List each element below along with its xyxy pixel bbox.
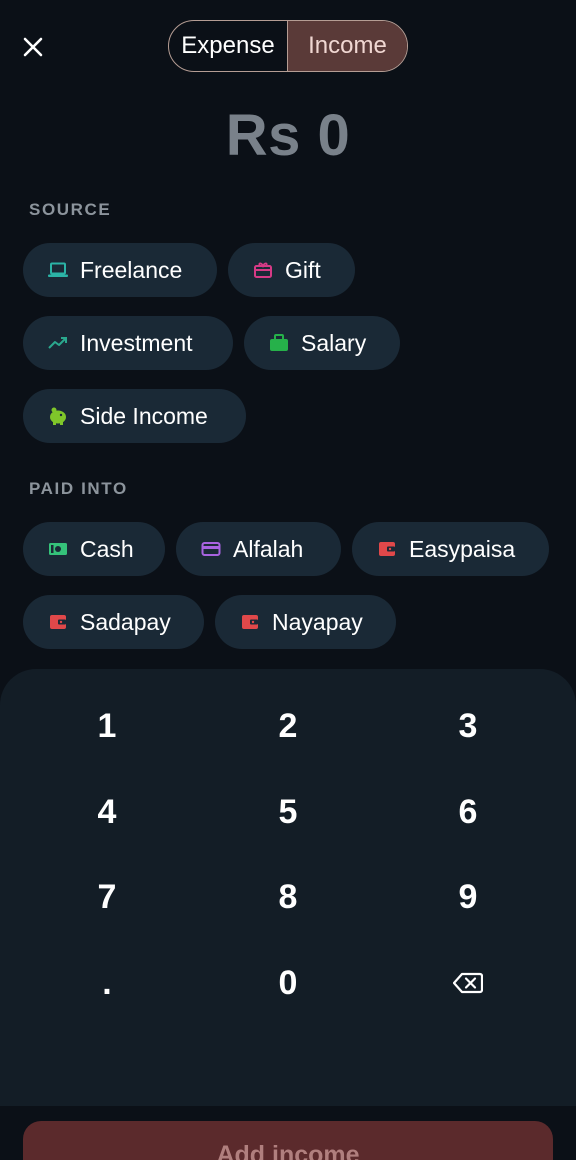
chip-label: Cash — [80, 535, 134, 562]
key-7[interactable]: 7 — [22, 862, 192, 932]
chip-label: Gift — [285, 256, 321, 283]
chip-label: Nayapay — [272, 608, 363, 635]
key-1[interactable]: 1 — [22, 691, 192, 761]
key-decimal[interactable]: . — [22, 948, 192, 1018]
source-chip-side-income[interactable]: Side Income — [23, 389, 246, 443]
key-6[interactable]: 6 — [383, 777, 553, 847]
credit-card-icon — [201, 539, 221, 559]
chip-label: Freelance — [80, 256, 183, 283]
key-0[interactable]: 0 — [203, 948, 373, 1018]
account-chip-nayapay[interactable]: Nayapay — [215, 595, 396, 649]
account-chip-cash[interactable]: Cash — [23, 522, 165, 576]
chip-label: Sadapay — [80, 608, 171, 635]
account-chip-easypaisa[interactable]: Easypaisa — [352, 522, 549, 576]
wallet-icon — [240, 612, 260, 632]
tab-expense[interactable]: Expense — [169, 21, 288, 71]
close-button[interactable] — [16, 30, 50, 64]
chip-label: Investment — [80, 329, 193, 356]
add-income-screen: Expense Income Rs 0 SOURCE Freelance Gif… — [0, 0, 576, 1160]
source-chip-investment[interactable]: Investment — [23, 316, 233, 370]
chip-label: Easypaisa — [409, 535, 516, 562]
number-keypad: 1 2 3 4 5 6 7 8 9 . 0 — [0, 669, 576, 1109]
briefcase-icon — [269, 333, 289, 353]
backspace-icon — [453, 972, 483, 994]
backspace-button[interactable] — [383, 948, 553, 1018]
cash-icon — [48, 539, 68, 559]
account-chip-sadapay[interactable]: Sadapay — [23, 595, 204, 649]
key-9[interactable]: 9 — [383, 862, 553, 932]
tab-income[interactable]: Income — [288, 21, 407, 71]
gift-icon — [253, 260, 273, 280]
trending-up-icon — [48, 333, 68, 353]
laptop-icon — [48, 260, 68, 280]
add-income-button[interactable]: Add income — [23, 1121, 553, 1160]
account-chip-alfalah[interactable]: Alfalah — [176, 522, 341, 576]
source-chip-freelance[interactable]: Freelance — [23, 243, 217, 297]
amount-display: Rs 0 — [225, 103, 351, 168]
chip-label: Salary — [301, 329, 367, 356]
key-4[interactable]: 4 — [22, 777, 192, 847]
close-icon — [23, 37, 43, 57]
wallet-icon — [48, 612, 68, 632]
source-chip-gift[interactable]: Gift — [228, 243, 355, 297]
paid-into-section-label: PAID INTO — [29, 479, 128, 498]
type-toggle: Expense Income — [168, 20, 408, 72]
source-section-label: SOURCE — [29, 200, 112, 219]
key-3[interactable]: 3 — [383, 691, 553, 761]
source-chip-salary[interactable]: Salary — [244, 316, 400, 370]
piggy-bank-icon — [48, 406, 68, 426]
chip-label: Side Income — [80, 402, 208, 429]
key-8[interactable]: 8 — [203, 862, 373, 932]
key-2[interactable]: 2 — [203, 691, 373, 761]
key-5[interactable]: 5 — [203, 777, 373, 847]
chip-label: Alfalah — [233, 535, 304, 562]
wallet-icon — [377, 539, 397, 559]
